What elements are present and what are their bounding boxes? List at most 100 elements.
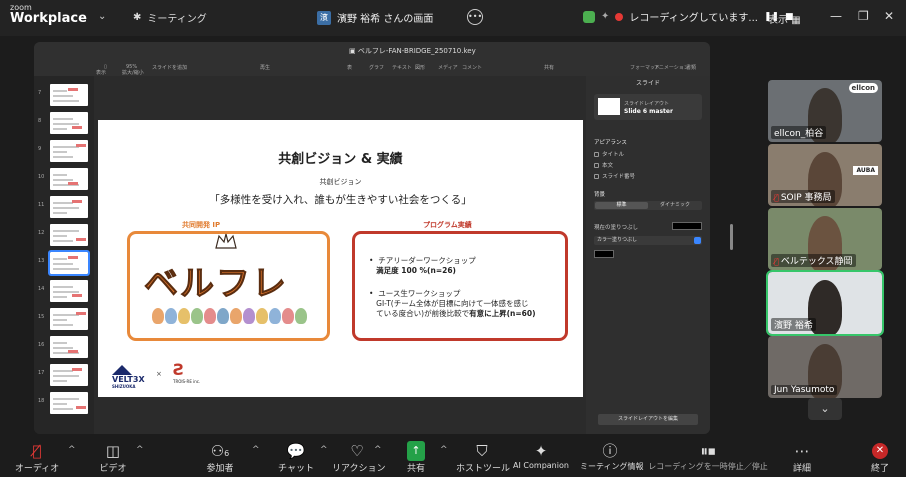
keynote-tool-7[interactable]: 図形 [415, 64, 425, 71]
chat-icon: 💬 [286, 442, 306, 460]
standard-option[interactable]: 標準 [595, 202, 648, 209]
participant-tile[interactable]: Jun Yasumoto [768, 336, 882, 398]
participant-name-text: SOIP 事務局 [780, 193, 832, 203]
slide-thumbnail[interactable]: 16 [38, 336, 88, 358]
more-button[interactable]: ⋯ 詳細 [785, 441, 819, 474]
share-label: 共有 [406, 464, 425, 474]
fill-label-row: 現在の塗りつぶし [594, 223, 638, 231]
slide-thumbnail[interactable]: 12 [38, 224, 88, 246]
host-tools-button[interactable]: ⛉ ホストツール [456, 441, 510, 474]
recording-control-button[interactable]: ⏸⏹ レコーディングを一時停止／停止 [648, 441, 768, 472]
slide-thumbnail-number: 13 [38, 258, 45, 264]
slide-thumbnail[interactable]: 10 [38, 168, 88, 190]
ip-box: ベルフレ [127, 231, 330, 341]
dynamic-option[interactable]: ダイナミック [649, 202, 701, 209]
participant-name: Jun Yasumoto [771, 385, 838, 395]
keynote-tools: ▯ 95% スライドを追加 再生表グラフ テキスト 図形 メディア コメント 共有 フォーマッ… [34, 56, 710, 76]
reaction-caret-icon[interactable]: ^ [374, 445, 382, 455]
slide-thumbnail[interactable]: 18 [38, 392, 88, 414]
slide-number-checkbox[interactable]: スライド番号 [594, 172, 635, 180]
shared-screen-title[interactable]: 濱 濱野 裕希 さんの画面 [317, 10, 433, 25]
title-checkbox[interactable]: タイトル [594, 150, 624, 158]
share-caret-icon[interactable]: ^ [440, 445, 448, 455]
file-name-text: ベルフレ-FAN-BRIDGE_250710.key [357, 47, 476, 55]
end-meeting-button[interactable]: ✕ 終了 [864, 441, 896, 474]
view-button[interactable]: 表示 ▦ [768, 11, 801, 26]
slide-thumbnail[interactable]: 8 [38, 112, 88, 134]
slide-thumbnail[interactable]: 13 [38, 250, 90, 276]
keynote-tool-6[interactable]: テキスト [392, 64, 412, 71]
video-button[interactable]: ◫ ビデオ ^ [92, 441, 143, 474]
meeting-menu[interactable]: ✱ ミーティング [133, 10, 207, 25]
audio-label: オーディオ [14, 464, 60, 474]
minimize-button[interactable]: — [830, 9, 842, 23]
chevron-down-icon[interactable]: ⌄ [98, 11, 106, 22]
audio-caret-icon[interactable]: ^ [68, 445, 76, 455]
ai-companion-button[interactable]: ✦ AI Companion [512, 441, 570, 470]
keynote-tool-1[interactable]: 拡大/縮小 [122, 69, 144, 76]
participant-tile[interactable]: 🎙̸ ベルテックス静岡 [768, 208, 882, 270]
background-mode-segment[interactable]: 標準 ダイナミック [594, 201, 702, 210]
end-label: 終了 [870, 464, 889, 474]
chat-caret-icon[interactable]: ^ [320, 445, 328, 455]
title-option-label: タイトル [602, 152, 625, 158]
slide-thumbnail-number: 18 [38, 398, 45, 404]
participant-name: 🎙̸ SOIP 事務局 [771, 190, 835, 203]
participants-button[interactable]: ⚇6 参加者 ^ [196, 441, 259, 474]
keynote-tool-0[interactable]: 表示 [96, 69, 106, 76]
slide-thumbnail[interactable]: 11 [38, 196, 88, 218]
reaction-button[interactable]: ♡ リアクション ^ [332, 441, 386, 474]
more-options-icon[interactable]: ••• [467, 9, 483, 25]
fill-label: 現在の塗りつぶし [594, 225, 639, 231]
panel-splitter[interactable] [730, 224, 733, 250]
keynote-tool-8[interactable]: メディア [438, 64, 458, 71]
color-swatch[interactable] [594, 250, 614, 258]
body-checkbox[interactable]: 本文 [594, 161, 613, 169]
fill-color-well[interactable] [672, 222, 702, 230]
slide-thumbnail-number: 11 [38, 202, 45, 208]
layout-caption: スライドレイアウト [624, 101, 670, 107]
slide-thumbnail[interactable]: 17 [38, 364, 88, 386]
close-icon: ✕ [872, 443, 888, 459]
zoom-logo: zoom Workplace [10, 4, 87, 26]
keynote-tool-12[interactable]: アニメーション [654, 64, 689, 71]
participant-name: 🎙̸ ベルテックス静岡 [771, 254, 856, 267]
participant-tile[interactable]: 濱野 裕希 [766, 270, 884, 336]
keynote-tool-4[interactable]: 表 [347, 64, 352, 71]
keynote-tool-2[interactable]: スライドを追加 [152, 64, 187, 71]
keynote-tool-3[interactable]: 再生 [260, 64, 270, 71]
ellcon-badge: ellcon [848, 83, 878, 93]
audio-button[interactable]: 🎙̸ オーディオ ^ [8, 441, 76, 474]
logo-name: Workplace [10, 11, 87, 26]
close-button[interactable]: ✕ [884, 9, 894, 23]
slide-thumbnail[interactable]: 7 [38, 84, 88, 106]
participants-caret-icon[interactable]: ^ [252, 445, 260, 455]
keynote-tool-10[interactable]: 共有 [544, 64, 554, 71]
view-label: 表示 [768, 15, 788, 26]
edit-layout-button[interactable]: スライドレイアウトを編集 [598, 414, 698, 425]
slide-layout-selector[interactable]: スライドレイアウト Slide 6 master [594, 94, 702, 120]
chat-button[interactable]: 💬 チャット ^ [276, 441, 328, 474]
slide-quote: 「多様性を受け入れ、誰もが生きやすい社会をつくる」 [209, 194, 472, 206]
slide-navigator[interactable]: 7 8 9 10 11 12 13 14 15 16 17 18 [34, 76, 94, 434]
participant-tile[interactable]: 🎙̸ SOIP 事務局 AUBA [768, 144, 882, 206]
share-button[interactable]: ↑ 共有 ^ [400, 441, 448, 474]
people-icon: ✱ [133, 12, 142, 23]
keynote-tool-5[interactable]: グラフ [369, 64, 384, 71]
slide-thumbnail[interactable]: 9 [38, 140, 88, 162]
fill-type-select[interactable]: カラー塗りつぶし [594, 236, 702, 245]
keynote-toolbar: ▣ ベルフレ-FAN-BRIDGE_250710.key ▯ 95% スライドを… [34, 42, 710, 76]
shared-screen[interactable]: ▣ ベルフレ-FAN-BRIDGE_250710.key ▯ 95% スライドを… [34, 42, 710, 434]
slide-thumbnail[interactable]: 14 [38, 280, 88, 302]
keynote-tool-13[interactable]: 書類 [686, 64, 696, 71]
participant-tile[interactable]: ellcon_柏谷 ellcon [768, 80, 882, 142]
checkbox-icon [594, 162, 599, 168]
gallery-scroll-down-button[interactable]: ⌄ [808, 398, 842, 420]
maximize-button[interactable]: ❐ [858, 9, 869, 23]
keynote-tool-9[interactable]: コメント [462, 64, 482, 71]
mic-muted-icon: 🎙̸ [774, 193, 779, 202]
meeting-info-button[interactable]: ⓘ ミーティング情報 [580, 441, 644, 472]
video-caret-icon[interactable]: ^ [136, 445, 144, 455]
slide-thumbnail[interactable]: 15 [38, 308, 88, 330]
slide-thumbnail-number: 10 [38, 174, 45, 180]
